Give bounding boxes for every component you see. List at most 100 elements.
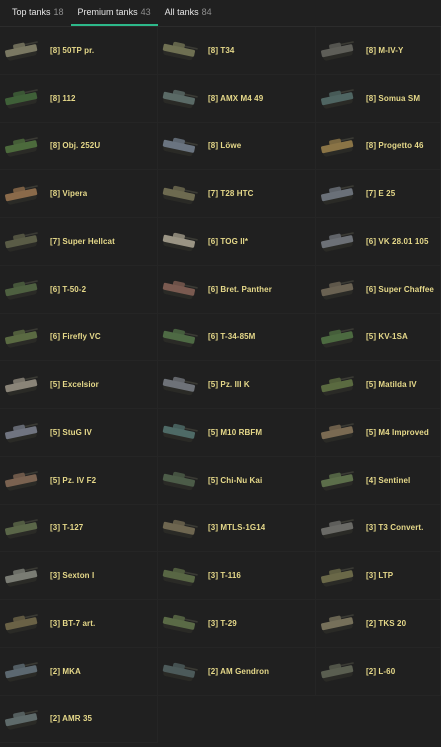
- tank-name: [3] LTP: [366, 571, 394, 581]
- tank-icon: [316, 226, 360, 256]
- tank-icon: [158, 370, 202, 400]
- tank-name: [7] E 25: [366, 189, 396, 199]
- tank-icon: [0, 656, 44, 686]
- tab-premium-tanks[interactable]: Premium tanks 43: [70, 2, 158, 26]
- tank-icon: [316, 131, 360, 161]
- tank-icon: [316, 322, 360, 352]
- tank-card[interactable]: [5] Chi-Nu Kai: [158, 456, 316, 505]
- tank-card[interactable]: [7] Super Hellcat: [0, 218, 158, 266]
- tank-icon: [158, 608, 202, 638]
- tank-icon: [316, 417, 360, 447]
- tank-icon: [158, 274, 202, 304]
- tank-card[interactable]: [5] M4 Improved: [316, 409, 441, 457]
- tank-card[interactable]: [5] Pz. III K: [158, 361, 316, 409]
- tank-name: [6] VK 28.01 105: [366, 236, 429, 246]
- tank-icon: [316, 656, 360, 686]
- tank-icon: [158, 131, 202, 161]
- tank-icon: [0, 370, 44, 400]
- tank-name: [8] Somua SM: [366, 93, 421, 103]
- tank-icon: [316, 465, 360, 495]
- tank-card[interactable]: [3] T-116: [158, 552, 316, 600]
- tank-name: [5] M4 Improved: [366, 427, 429, 437]
- tank-card[interactable]: [6] T-50-2: [0, 265, 158, 314]
- tank-card[interactable]: [3] MTLS-1G14: [158, 504, 316, 553]
- tank-name: [3] BT-7 art.: [50, 618, 96, 628]
- tank-card[interactable]: [8] M-IV-Y: [316, 27, 441, 75]
- tank-name: [8] 50TP pr.: [50, 45, 95, 55]
- tank-icon: [158, 322, 202, 352]
- tank-card[interactable]: [3] BT-7 art.: [0, 600, 158, 648]
- tank-card[interactable]: [8] Obj. 252U: [0, 122, 158, 171]
- tank-card[interactable]: [5] Excelsior: [0, 361, 158, 409]
- tank-name: [5] StuG IV: [50, 427, 92, 437]
- tank-name: [2] MKA: [50, 666, 81, 676]
- tank-name: [3] T-116: [208, 571, 241, 581]
- tank-icon: [0, 83, 44, 113]
- tank-name: [2] L-60: [366, 666, 396, 676]
- tank-name: [6] T-50-2: [50, 284, 87, 294]
- tank-name: [5] Pz. III K: [208, 380, 250, 390]
- tank-card[interactable]: [2] L-60: [316, 647, 441, 696]
- tab-top-tanks[interactable]: Top tanks 18: [5, 2, 71, 26]
- tank-icon: [0, 274, 44, 304]
- tank-card[interactable]: [8] AMX M4 49: [158, 74, 316, 123]
- tank-card[interactable]: [5] M10 RBFM: [158, 409, 316, 457]
- tank-name: [6] TOG II*: [208, 236, 249, 246]
- tank-card[interactable]: [3] LTP: [316, 552, 441, 600]
- tank-name: [7] Super Hellcat: [50, 236, 115, 246]
- tank-icon: [316, 370, 360, 400]
- tank-icon: [316, 513, 360, 543]
- tab-label: All tanks: [164, 7, 199, 17]
- tank-card[interactable]: [2] AMR 35: [0, 695, 158, 744]
- tank-card[interactable]: [8] 112: [0, 74, 158, 123]
- tank-card[interactable]: [5] StuG IV: [0, 409, 158, 457]
- tank-card[interactable]: [8] Löwe: [158, 122, 316, 171]
- tank-card[interactable]: [2] MKA: [0, 647, 158, 696]
- tab-label: Premium tanks: [77, 7, 138, 17]
- tank-icon: [158, 561, 202, 591]
- tank-icon: [316, 35, 360, 65]
- tank-name: [6] T-34-85M: [208, 332, 256, 342]
- tank-name: [8] Vipera: [50, 189, 88, 199]
- tank-name: [8] AMX M4 49: [208, 93, 264, 103]
- tank-name: [2] TKS 20: [366, 618, 407, 628]
- tank-card[interactable]: [6] TOG II*: [158, 218, 316, 266]
- tank-name: [8] T34: [208, 45, 235, 55]
- tank-card[interactable]: [3] T-127: [0, 504, 158, 553]
- tank-card[interactable]: [5] Matilda IV: [316, 361, 441, 409]
- tank-card[interactable]: [3] T3 Convert.: [316, 504, 441, 553]
- tank-card[interactable]: [7] T28 HTC: [158, 170, 316, 218]
- tank-card[interactable]: [5] Pz. IV F2: [0, 456, 158, 505]
- tank-name: [5] Excelsior: [50, 380, 99, 390]
- tank-card[interactable]: [5] KV-1SA: [316, 313, 441, 362]
- tab-all-tanks[interactable]: All tanks 84: [158, 2, 219, 26]
- tab-count: 18: [53, 7, 64, 17]
- tank-name: [4] Sentinel: [366, 475, 411, 485]
- tank-card[interactable]: [7] E 25: [316, 170, 441, 218]
- tank-card[interactable]: [2] AM Gendron: [158, 647, 316, 696]
- tank-icon: [0, 513, 44, 543]
- tank-card[interactable]: [3] T-29: [158, 600, 316, 648]
- tank-card[interactable]: [2] TKS 20: [316, 600, 441, 648]
- tank-card[interactable]: [6] Firefly VC: [0, 313, 158, 362]
- tank-name: [6] Bret. Panther: [208, 284, 272, 294]
- tank-card[interactable]: [6] Bret. Panther: [158, 265, 316, 314]
- tank-card[interactable]: [8] 50TP pr.: [0, 27, 158, 75]
- tab-count: 84: [201, 7, 212, 17]
- tank-icon: [0, 561, 44, 591]
- tank-icon: [316, 608, 360, 638]
- tank-card[interactable]: [8] Progetto 46: [316, 122, 441, 171]
- tank-card[interactable]: [6] Super Chaffee: [316, 265, 441, 314]
- tank-name: [7] T28 HTC: [208, 189, 254, 199]
- tank-card[interactable]: [8] Somua SM: [316, 74, 441, 123]
- tab-label: Top tanks: [12, 7, 51, 17]
- tank-card[interactable]: [6] VK 28.01 105: [316, 218, 441, 266]
- tank-card[interactable]: [3] Sexton I: [0, 552, 158, 600]
- tank-card[interactable]: [8] Vipera: [0, 170, 158, 218]
- tank-card[interactable]: [4] Sentinel: [316, 456, 441, 505]
- tank-card[interactable]: [8] T34: [158, 27, 316, 75]
- tank-name: [5] KV-1SA: [366, 332, 408, 342]
- tank-grid: [8] 50TP pr. [8] T34 [8] M-IV-Y [8] 112 [8] …: [0, 27, 441, 744]
- tank-icon: [0, 226, 44, 256]
- tank-card[interactable]: [6] T-34-85M: [158, 313, 316, 362]
